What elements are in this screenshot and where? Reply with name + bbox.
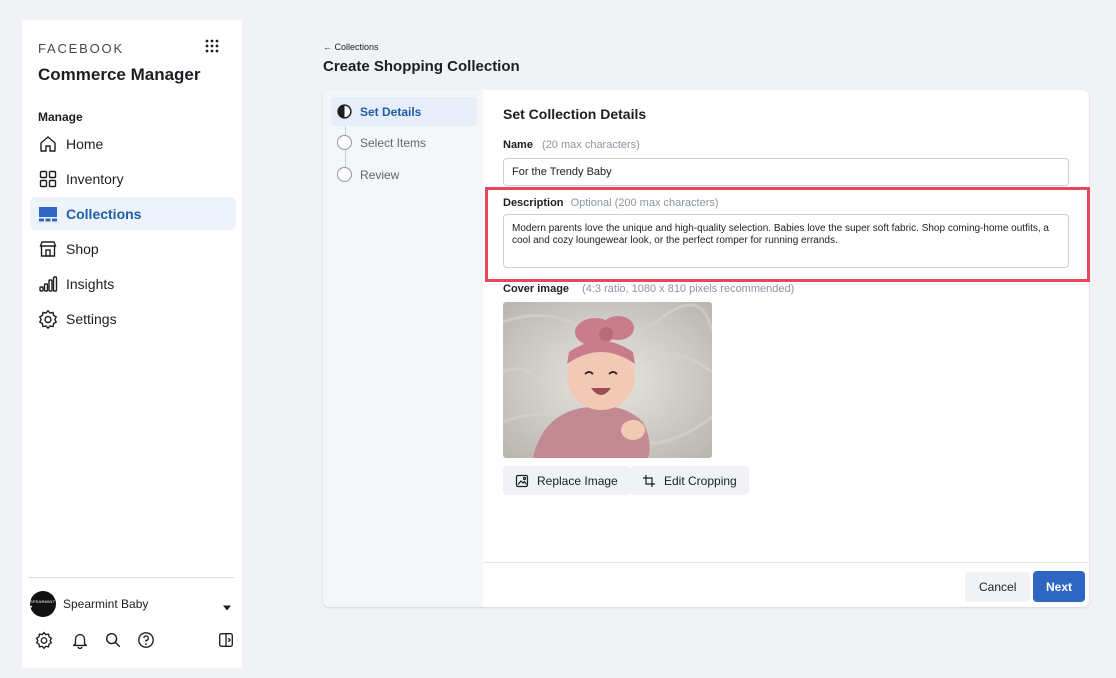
avatar: SPEARMINT ♥ bbox=[30, 591, 56, 617]
replace-image-button[interactable]: Replace Image bbox=[503, 466, 630, 495]
sidebar-item-insights[interactable]: Insights bbox=[30, 267, 236, 300]
notifications-bell-icon[interactable] bbox=[70, 630, 90, 650]
insights-icon bbox=[38, 274, 58, 294]
description-label-text: Description bbox=[503, 197, 564, 209]
name-hint: (20 max characters) bbox=[542, 139, 640, 151]
half-filled-circle-icon bbox=[337, 104, 352, 119]
replace-image-label: Replace Image bbox=[537, 473, 618, 488]
sidebar-item-home[interactable]: Home bbox=[30, 127, 236, 160]
sidebar-item-label: Home bbox=[66, 135, 104, 152]
sidebar-item-label: Collections bbox=[66, 205, 142, 222]
cover-hint: (4:3 ratio, 1080 x 810 pixels recommende… bbox=[582, 283, 795, 295]
sidebar-item-label: Settings bbox=[66, 310, 117, 327]
brand-wordmark: FACEBOOK bbox=[38, 41, 124, 56]
name-input[interactable]: For the Trendy Baby bbox=[503, 158, 1069, 186]
step-label: Review bbox=[360, 167, 400, 182]
name-field-label: Name (20 max characters) bbox=[503, 139, 640, 151]
step-set-details[interactable]: Set Details bbox=[331, 97, 477, 126]
image-icon bbox=[515, 474, 529, 488]
manage-section-label: Manage bbox=[38, 110, 83, 124]
step-label: Set Details bbox=[360, 104, 422, 119]
empty-circle-icon bbox=[337, 167, 352, 182]
cover-image-label: Cover image (4:3 ratio, 1080 x 810 pixel… bbox=[503, 283, 794, 295]
search-icon[interactable] bbox=[103, 630, 123, 650]
cover-image-preview bbox=[503, 302, 712, 458]
empty-circle-icon bbox=[337, 135, 352, 150]
sidebar: FACEBOOK Commerce Manager Manage Home In… bbox=[22, 20, 242, 668]
sidebar-item-label: Inventory bbox=[66, 170, 124, 187]
page-title: Create Shopping Collection bbox=[323, 58, 520, 75]
sidebar-divider bbox=[28, 577, 234, 578]
step-list: Set Details Select Items Review bbox=[323, 90, 483, 607]
settings-gear-icon[interactable] bbox=[34, 630, 54, 650]
next-button[interactable]: Next bbox=[1033, 571, 1086, 602]
details-form: Set Collection Details Name (20 max char… bbox=[483, 90, 1089, 607]
settings-icon bbox=[38, 309, 58, 329]
form-title: Set Collection Details bbox=[503, 106, 647, 122]
step-label: Select Items bbox=[360, 135, 427, 150]
help-icon[interactable] bbox=[136, 630, 156, 650]
sidebar-bottom-toolbar bbox=[30, 630, 234, 652]
step-review[interactable]: Review bbox=[331, 160, 477, 189]
sidebar-item-shop[interactable]: Shop bbox=[30, 232, 236, 265]
edit-cropping-button[interactable]: Edit Cropping bbox=[630, 466, 749, 495]
footer-divider bbox=[483, 562, 1089, 563]
step-select-items[interactable]: Select Items bbox=[331, 128, 477, 157]
cancel-button[interactable]: Cancel bbox=[965, 572, 1031, 602]
edit-cropping-label: Edit Cropping bbox=[664, 473, 737, 488]
shop-icon bbox=[38, 239, 58, 259]
sidebar-item-settings[interactable]: Settings bbox=[30, 302, 236, 335]
sidebar-item-label: Shop bbox=[66, 240, 99, 257]
description-field-label: Description Optional (200 max characters… bbox=[503, 197, 719, 209]
breadcrumb[interactable]: ← Collections bbox=[323, 42, 379, 52]
inventory-icon bbox=[38, 169, 58, 189]
sidebar-item-label: Insights bbox=[66, 275, 115, 292]
description-hint: Optional (200 max characters) bbox=[570, 197, 719, 209]
sidebar-item-collections[interactable]: Collections bbox=[30, 197, 236, 230]
crop-icon bbox=[642, 474, 656, 488]
apps-grid-icon[interactable] bbox=[205, 39, 219, 53]
description-textarea[interactable]: Modern parents love the unique and high-… bbox=[503, 214, 1069, 268]
account-name: Spearmint Baby bbox=[63, 597, 149, 611]
caret-down-icon[interactable] bbox=[222, 599, 232, 617]
account-switcher[interactable]: SPEARMINT ♥ Spearmint Baby bbox=[30, 590, 234, 618]
name-label-text: Name bbox=[503, 139, 533, 151]
panel-toggle-icon[interactable] bbox=[216, 630, 236, 650]
app-title: Commerce Manager bbox=[38, 65, 201, 84]
sidebar-nav: Home Inventory Collections Shop Insights bbox=[30, 127, 236, 337]
sidebar-item-inventory[interactable]: Inventory bbox=[30, 162, 236, 195]
cover-label-text: Cover image bbox=[503, 283, 570, 295]
collections-icon bbox=[38, 204, 58, 224]
home-icon bbox=[38, 134, 58, 154]
collection-editor-card: Set Details Select Items Review Set Coll… bbox=[323, 90, 1089, 607]
